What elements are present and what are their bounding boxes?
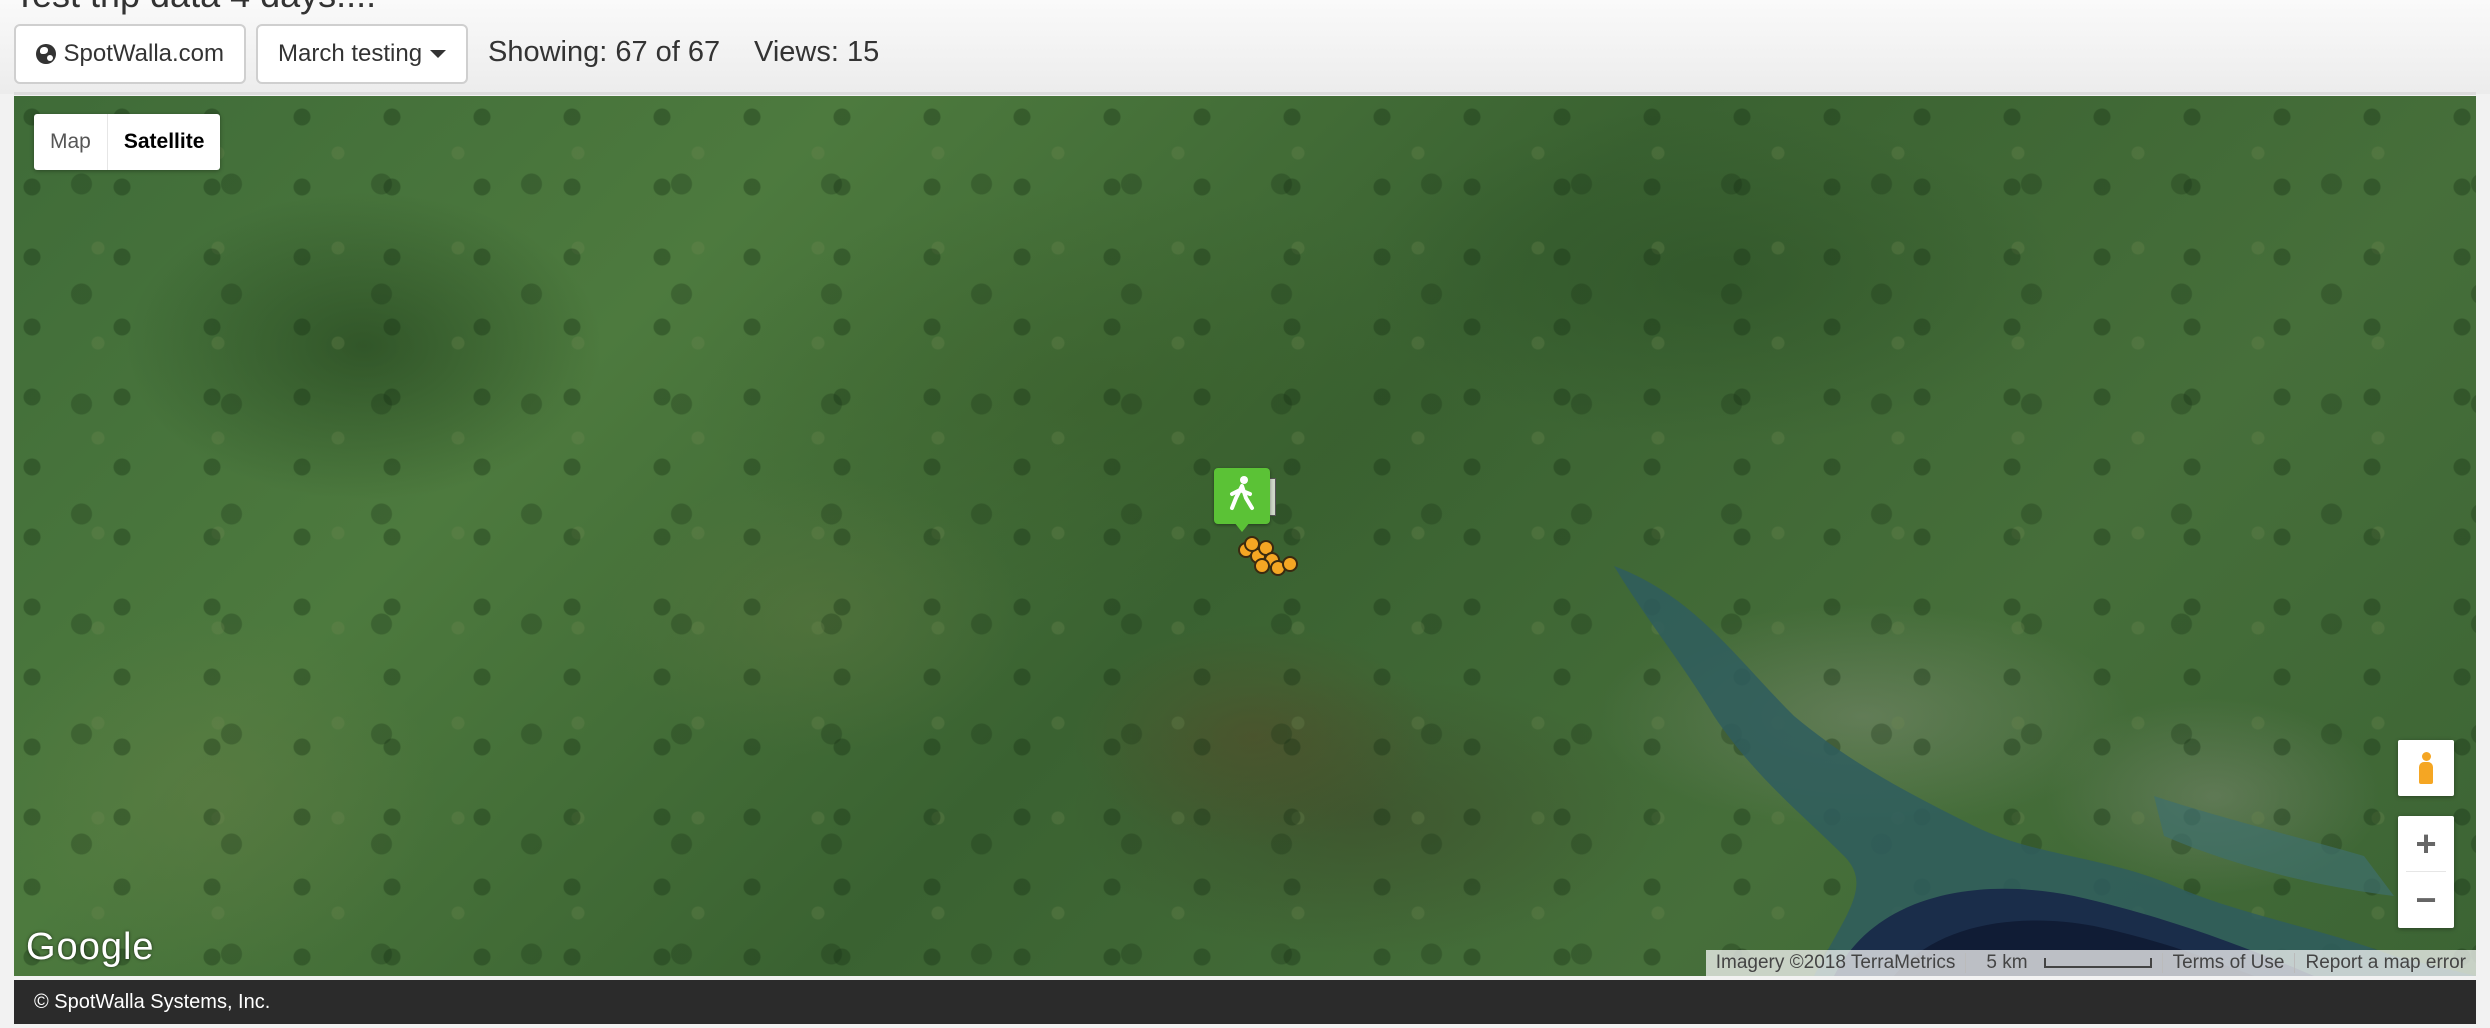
report-map-error-link[interactable]: Report a map error — [2295, 952, 2476, 974]
track-point[interactable] — [1254, 558, 1270, 574]
trip-dropdown[interactable]: March testing — [256, 24, 468, 84]
scale-bar — [2043, 957, 2152, 968]
street-view-button[interactable] — [2398, 740, 2454, 796]
showing-count: Showing: 67 of 67 — [488, 36, 721, 68]
zoom-out-button[interactable]: − — [2398, 872, 2454, 928]
zoom-in-button[interactable]: + — [2398, 816, 2454, 872]
globe-icon — [36, 44, 56, 64]
spotwalla-site-button[interactable]: SpotWalla.com — [14, 24, 246, 84]
satellite-map[interactable]: Map Satellite + − Google Imagery ©2018 T… — [14, 96, 2476, 976]
track-point[interactable] — [1282, 556, 1298, 572]
terms-of-use-link[interactable]: Terms of Use — [2163, 952, 2295, 974]
scale-label: 5 km — [1986, 952, 2028, 973]
imagery-credit: Imagery ©2018 TerraMetrics — [1715, 952, 1956, 973]
google-logo: Google — [26, 926, 155, 968]
estuary-water — [1614, 566, 2476, 976]
site-button-label: SpotWalla.com — [63, 40, 225, 67]
views-count: Views: 15 — [754, 36, 880, 68]
walker-icon — [1230, 476, 1254, 510]
caret-down-icon — [430, 50, 447, 58]
footer-copyright: © SpotWalla Systems, Inc. — [34, 990, 271, 1013]
page-footer: © SpotWalla Systems, Inc. — [14, 980, 2476, 1024]
map-type-satellite-button[interactable]: Satellite — [108, 114, 221, 170]
map-type-control: Map Satellite — [34, 114, 221, 170]
scale-indicator[interactable]: 5 km — [1966, 952, 2161, 974]
zoom-control: + − — [2398, 816, 2454, 928]
start-marker[interactable] — [1214, 468, 1270, 532]
trip-dropdown-label: March testing — [278, 40, 423, 67]
map-type-map-button[interactable]: Map — [34, 114, 108, 170]
pegman-icon — [2419, 752, 2433, 784]
track-point[interactable] — [1244, 536, 1260, 552]
page-title: Test trip data 4 days.... — [14, 0, 376, 16]
map-attribution: Imagery ©2018 TerraMetrics 5 km Terms of… — [1705, 950, 2476, 976]
toolbar-divider — [14, 92, 2476, 95]
